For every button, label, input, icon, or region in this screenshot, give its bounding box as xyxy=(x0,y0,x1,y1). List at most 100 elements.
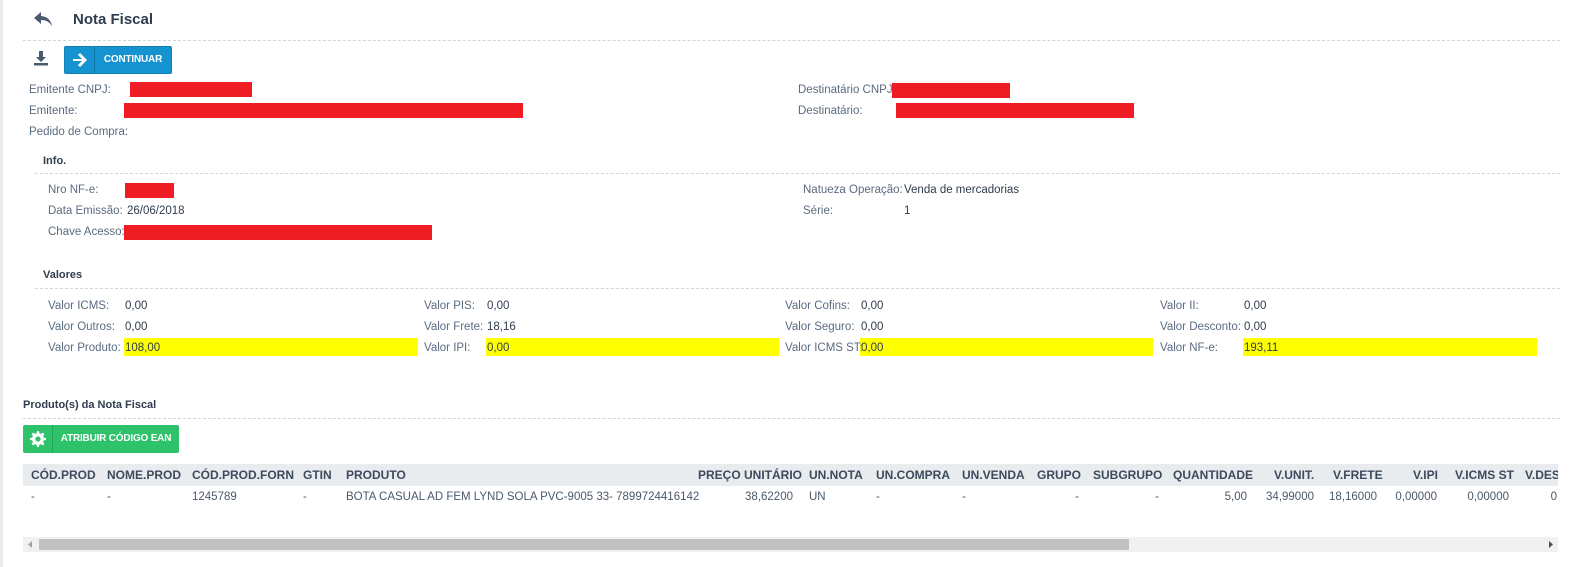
cell-un-nota: UN xyxy=(809,491,826,503)
col-header-cod-prod[interactable]: CÓD.PROD xyxy=(31,464,96,486)
valor-cofins-label: Valor Cofins: xyxy=(785,300,850,312)
valor-seguro-label: Valor Seguro: xyxy=(785,321,855,333)
arrow-right-icon xyxy=(65,47,95,73)
highlight-valor-icms-st xyxy=(860,338,1153,356)
col-header-un-venda[interactable]: UN.VENDA xyxy=(962,464,1025,486)
col-header-nome-prod[interactable]: NOME.PROD xyxy=(107,464,181,486)
nro-nfe-label: Nro NF-e: xyxy=(48,184,99,196)
divider xyxy=(35,173,1560,174)
divider xyxy=(23,40,1560,41)
table-row[interactable]: - - 1245789 - BOTA CASUAL AD FEM LYND SO… xyxy=(23,486,1558,508)
valor-ipi-value: 0,00 xyxy=(487,342,510,354)
cell-grupo: - xyxy=(1075,491,1079,503)
highlight-valor-nfe xyxy=(1243,338,1537,356)
emitente-cnpj-label: Emitente CNPJ: xyxy=(29,84,111,96)
valores-section-title: Valores xyxy=(43,269,83,281)
valor-icms-st-value: 0,00 xyxy=(861,342,884,354)
back-arrow-icon xyxy=(34,12,52,26)
valor-outros-label: Valor Outros: xyxy=(48,321,115,333)
cell-subgrupo: - xyxy=(1155,491,1159,503)
valor-desconto-value: 0,00 xyxy=(1244,321,1267,333)
valor-frete-label: Valor Frete: xyxy=(424,321,484,333)
cell-un-venda: - xyxy=(962,491,966,503)
scroll-left-button[interactable] xyxy=(23,537,38,552)
valor-pis-label: Valor PIS: xyxy=(424,300,475,312)
divider xyxy=(35,288,1560,289)
col-header-un-nota[interactable]: UN.NOTA xyxy=(809,464,863,486)
divider xyxy=(23,418,1560,419)
cell-gtin: - xyxy=(303,491,307,503)
valor-produto-label: Valor Produto: xyxy=(48,342,121,354)
redacted-destinatario-cnpj xyxy=(892,83,1010,98)
col-header-subgrupo[interactable]: SUBGRUPO xyxy=(1093,464,1162,486)
cell-v-ipi: 0,00000 xyxy=(1395,491,1437,503)
valor-ii-value: 0,00 xyxy=(1244,300,1267,312)
valor-outros-value: 0,00 xyxy=(125,321,148,333)
scrollbar-thumb[interactable] xyxy=(39,539,1129,550)
valor-nfe-label: Valor NF-e: xyxy=(1160,342,1218,354)
col-header-v-ipi[interactable]: V.IPI xyxy=(1413,464,1438,486)
col-header-cod-prod-forn[interactable]: CÓD.PROD.FORN xyxy=(192,464,294,486)
col-header-v-unit[interactable]: V.UNIT. xyxy=(1274,464,1314,486)
valor-ipi-label: Valor IPI: xyxy=(424,342,471,354)
scroll-right-button[interactable] xyxy=(1543,537,1558,552)
valor-cofins-value: 0,00 xyxy=(861,300,884,312)
destinatario-cnpj-label: Destinatário CNPJ: xyxy=(798,84,896,96)
cell-cod-prod: - xyxy=(31,491,35,503)
back-button[interactable] xyxy=(32,10,56,30)
page-header: Nota Fiscal xyxy=(0,0,1582,41)
cell-preco-unitario: 38,62200 xyxy=(745,491,793,503)
horizontal-scrollbar[interactable] xyxy=(23,537,1558,552)
cell-quantidade: 5,00 xyxy=(1224,491,1247,503)
produtos-section-title: Produto(s) da Nota Fiscal xyxy=(23,399,157,411)
emitente-label: Emitente: xyxy=(29,105,78,117)
serie-label: Série: xyxy=(803,205,834,217)
assign-ean-button-label: ATRIBUIR CÓDIGO EAN xyxy=(60,433,172,444)
col-header-gtin[interactable]: GTIN xyxy=(303,464,332,486)
col-header-un-compra[interactable]: UN.COMPRA xyxy=(876,464,950,486)
destinatario-label: Destinatário: xyxy=(798,105,863,117)
col-header-quantidade[interactable]: QUANTIDADE xyxy=(1173,464,1253,486)
col-header-produto[interactable]: PRODUTO xyxy=(346,464,406,486)
download-button[interactable] xyxy=(32,49,50,67)
valor-produto-value: 108,00 xyxy=(125,342,161,354)
continue-button[interactable]: CONTINUAR xyxy=(64,46,172,74)
col-header-grupo[interactable]: GRUPO xyxy=(1037,464,1081,486)
page-title: Nota Fiscal xyxy=(73,11,154,28)
scroll-left-icon xyxy=(28,541,32,548)
valor-nfe-value: 193,11 xyxy=(1244,342,1279,354)
valor-icms-value: 0,00 xyxy=(125,300,148,312)
col-header-v-icms-st[interactable]: V.ICMS ST xyxy=(1455,464,1514,486)
valor-icms-label: Valor ICMS: xyxy=(48,300,110,312)
cell-nome-prod: - xyxy=(107,491,111,503)
info-section-title: Info. xyxy=(43,155,67,167)
redacted-emitente xyxy=(124,103,523,118)
valor-pis-value: 0,00 xyxy=(487,300,510,312)
cell-cod-prod-forn: 1245789 xyxy=(192,491,237,503)
natureza-operacao-value: Venda de mercadorias xyxy=(904,184,1020,196)
serie-value: 1 xyxy=(904,205,911,217)
redacted-chave-acesso xyxy=(124,225,432,240)
col-header-v-frete[interactable]: V.FRETE xyxy=(1333,464,1383,486)
data-emissao-label: Data Emissão: xyxy=(48,205,123,217)
download-icon xyxy=(34,51,48,66)
redacted-nro-nfe xyxy=(125,183,174,198)
cell-produto: BOTA CASUAL AD FEM LYND SOLA PVC-9005 33… xyxy=(346,491,700,503)
assign-ean-button[interactable]: ATRIBUIR CÓDIGO EAN xyxy=(23,425,179,453)
redacted-destinatario xyxy=(896,103,1134,118)
data-emissao-value: 26/06/2018 xyxy=(127,205,185,217)
natureza-operacao-label: Natueza Operação: xyxy=(803,184,903,196)
pedido-compra-label: Pedido de Compra: xyxy=(29,126,129,138)
cell-v-icms-st: 0,00000 xyxy=(1467,491,1509,503)
valor-desconto-label: Valor Desconto: xyxy=(1160,321,1241,333)
col-header-preco-unitario[interactable]: PREÇO UNITÁRIO xyxy=(698,464,802,486)
cell-v-unit: 34,99000 xyxy=(1266,491,1314,503)
highlight-valor-ipi xyxy=(486,338,779,356)
col-header-v-desc[interactable]: V.DESC xyxy=(1525,464,1558,486)
valor-ii-label: Valor II: xyxy=(1160,300,1199,312)
valor-seguro-value: 0,00 xyxy=(861,321,884,333)
scroll-right-icon xyxy=(1549,541,1553,548)
left-edge-strip xyxy=(0,0,3,567)
gear-icon xyxy=(23,425,53,453)
redacted-emitente-cnpj xyxy=(130,82,252,97)
